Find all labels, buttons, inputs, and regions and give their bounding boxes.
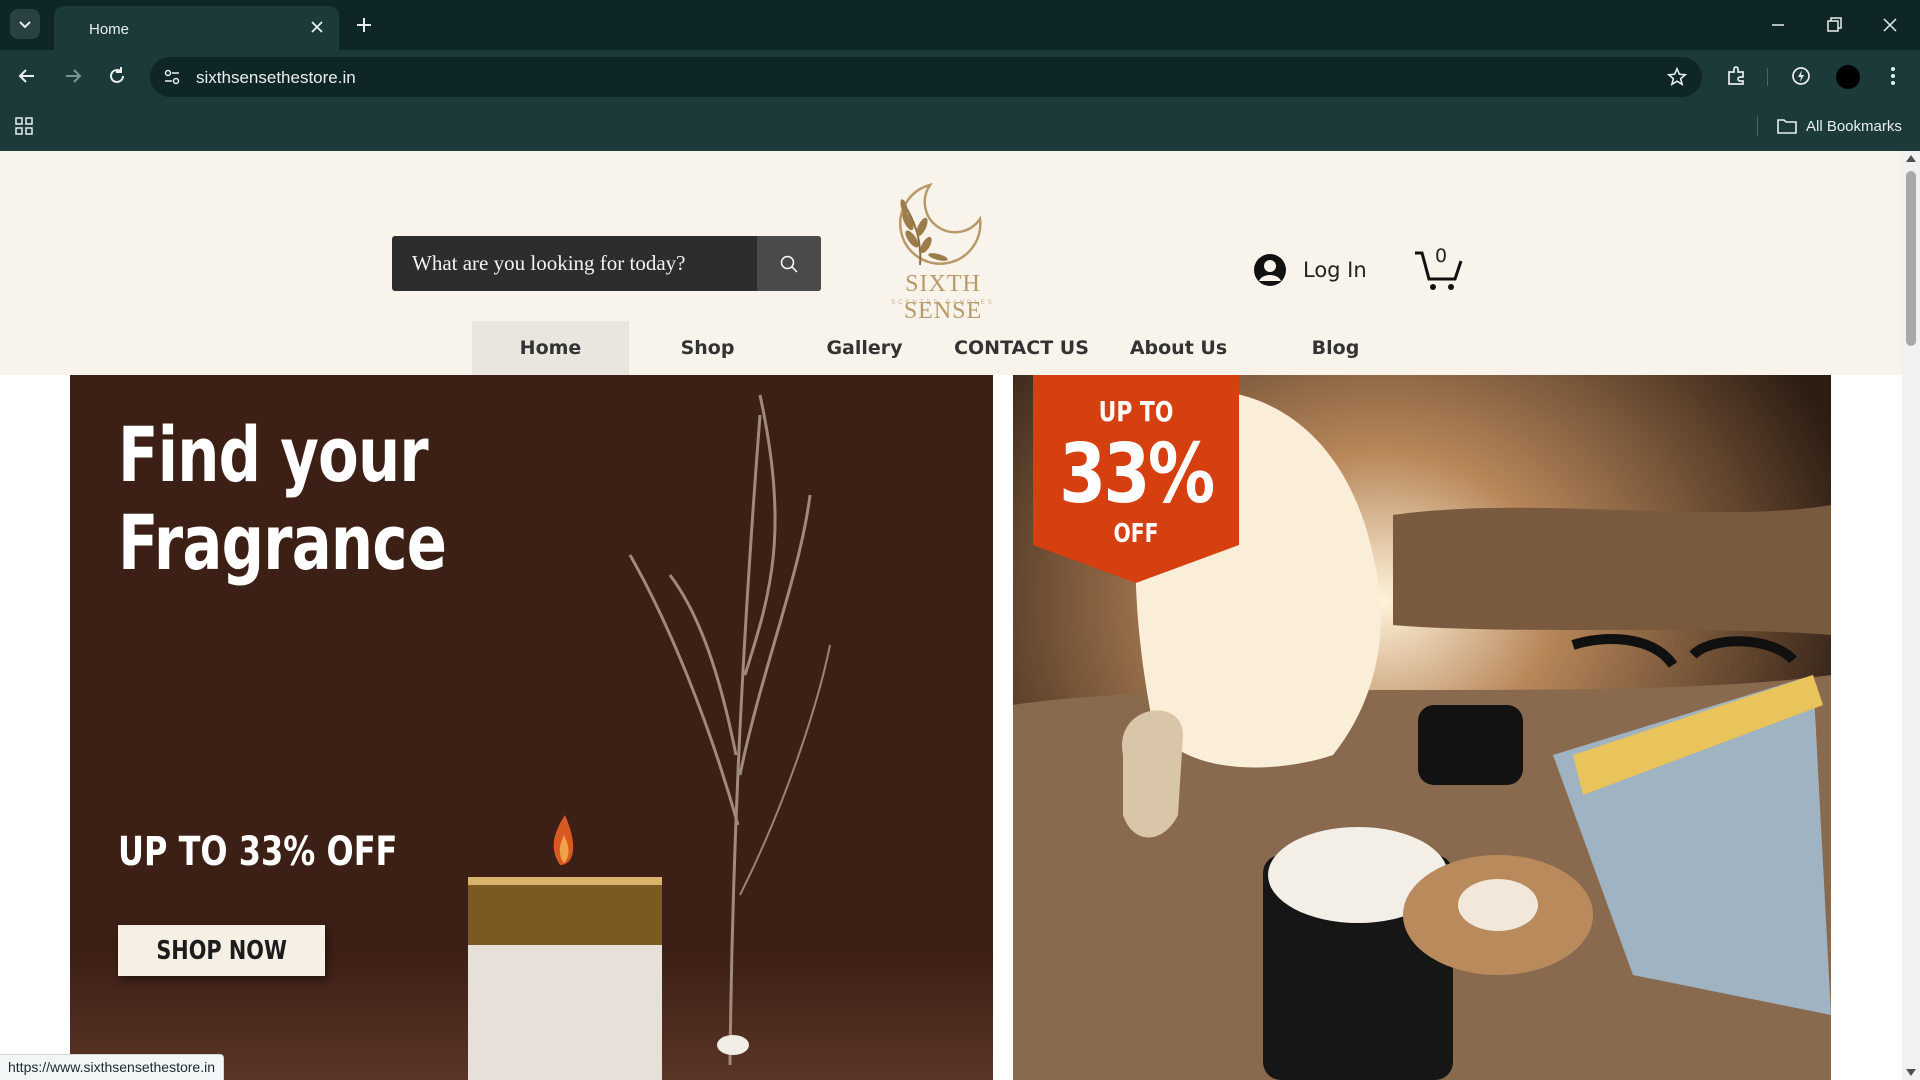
toolbar-divider (1767, 68, 1768, 86)
restore-icon[interactable] (1822, 13, 1846, 37)
nav-shop[interactable]: Shop (629, 321, 786, 375)
back-arrow-icon[interactable] (14, 63, 40, 89)
site-logo[interactable]: SIXTH SENSE SCENTED CANDLES (868, 179, 1018, 324)
address-bar[interactable]: sixthsensethestore.in (150, 57, 1702, 97)
promo-percent: 33% (1059, 427, 1215, 522)
main-navigation: Home Shop Gallery CONTACT US About Us Bl… (472, 321, 1414, 375)
site-header: SIXTH SENSE SCENTED CANDLES Log In 0 Hom… (0, 151, 1902, 375)
chevron-down-icon (19, 21, 31, 29)
nav-contact-us[interactable]: CONTACT US (943, 321, 1100, 375)
shop-now-label: SHOP NOW (156, 935, 287, 966)
shop-now-button[interactable]: SHOP NOW (118, 925, 325, 976)
browser-tab-bar: Home (0, 0, 1920, 50)
hero-discount-text: UP TO 33% OFF (118, 829, 398, 875)
search-input[interactable] (392, 236, 756, 291)
reload-icon[interactable] (104, 63, 130, 89)
hero-title-line-2: Fragrance (118, 498, 447, 587)
extensions-icon[interactable] (1724, 63, 1750, 89)
bookmarks-bar: All Bookmarks (0, 101, 1920, 151)
crescent-leaf-logo-icon (899, 182, 982, 266)
hero-title: Find your Fragrance (118, 411, 586, 587)
candle-jar-image (468, 815, 662, 1080)
all-bookmarks-label: All Bookmarks (1806, 117, 1902, 135)
logo-text: SIXTH SENSE (903, 271, 983, 324)
minimize-icon[interactable] (1766, 13, 1790, 37)
nav-blog[interactable]: Blog (1257, 321, 1414, 375)
status-bar-url: https://www.sixthsensethestore.in (0, 1054, 224, 1080)
site-settings-icon[interactable] (162, 67, 182, 87)
login-label: Log In (1303, 258, 1367, 282)
nav-about-us[interactable]: About Us (1100, 321, 1257, 375)
cart-count: 0 (1435, 245, 1448, 267)
apps-grid-icon[interactable] (14, 116, 34, 136)
menu-dots-icon[interactable] (1880, 63, 1906, 89)
folder-icon (1777, 119, 1797, 134)
bookmark-star-icon[interactable] (1666, 66, 1688, 88)
search-icon (780, 255, 798, 273)
tab-search-button[interactable] (10, 9, 40, 39)
nav-gallery[interactable]: Gallery (786, 321, 943, 375)
page-scrollbar[interactable] (1902, 151, 1920, 1080)
login-button[interactable]: Log In (1253, 252, 1367, 288)
hero-banner-left[interactable]: Find your Fragrance UP TO 33% OFF SHOP N… (70, 375, 993, 1080)
logo-subtext: SCENTED CANDLES (891, 300, 995, 306)
hero-banner-right[interactable]: UP TO 33% OFF (1013, 375, 1831, 1080)
promo-up-to: UP TO (1098, 395, 1174, 428)
cart-button[interactable]: 0 (1413, 245, 1465, 291)
discount-promo-badge: UP TO 33% OFF (1033, 375, 1239, 583)
scroll-up-arrow[interactable] (1906, 155, 1916, 162)
forward-arrow-icon[interactable] (60, 63, 86, 89)
profile-avatar[interactable] (1836, 65, 1860, 89)
search-bar (392, 236, 821, 291)
user-avatar-icon (1254, 254, 1286, 286)
scroll-down-arrow[interactable] (1906, 1069, 1916, 1076)
browser-toolbar: sixthsensethestore.in (0, 50, 1920, 101)
hero-title-line-1: Find your (118, 410, 429, 499)
all-bookmarks-button[interactable]: All Bookmarks (1776, 115, 1902, 137)
promo-off: OFF (1113, 519, 1159, 549)
bookmarks-divider (1757, 116, 1758, 136)
new-tab-button[interactable] (352, 13, 376, 37)
scrollbar-thumb[interactable] (1906, 171, 1916, 346)
performance-icon[interactable] (1788, 63, 1814, 89)
close-window-icon[interactable] (1878, 13, 1902, 37)
url-text[interactable]: sixthsensethestore.in (196, 68, 356, 88)
search-button[interactable] (757, 236, 821, 291)
active-tab[interactable]: Home (54, 6, 339, 50)
close-icon[interactable] (309, 19, 325, 35)
nav-home[interactable]: Home (472, 321, 629, 375)
tab-title: Home (89, 21, 130, 38)
web-page: SIXTH SENSE SCENTED CANDLES Log In 0 Hom… (0, 151, 1920, 1080)
